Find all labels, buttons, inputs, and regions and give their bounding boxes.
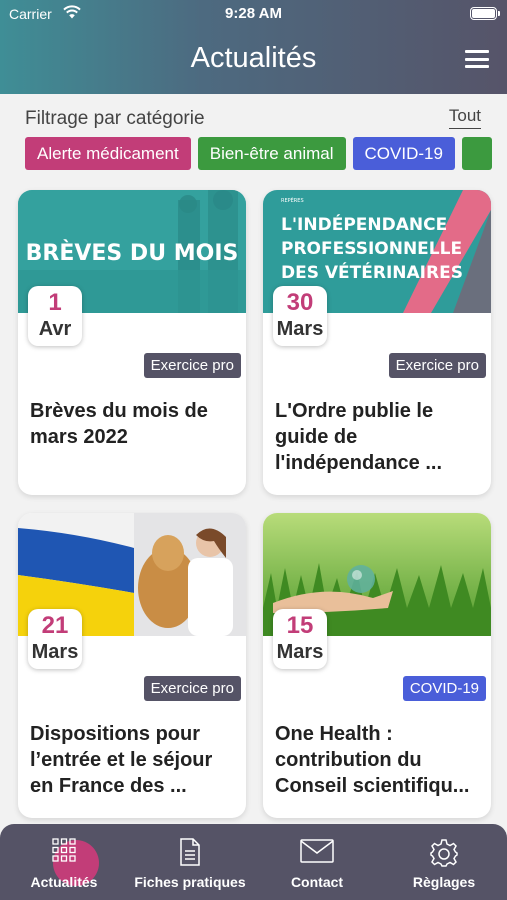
chip-alerte-medicament[interactable]: Alerte médicament — [25, 137, 191, 170]
chip-partial[interactable] — [461, 137, 492, 170]
tab-label: Fiches pratiques — [134, 874, 246, 890]
chip-bien-etre-animal[interactable]: Bien-être animal — [197, 137, 346, 170]
tab-label: Contact — [290, 874, 344, 890]
date-month: Mars — [276, 641, 324, 663]
image-caption-2: L'INDÉPENDANCE — [281, 213, 447, 235]
hamburger-menu-icon[interactable] — [465, 50, 489, 68]
article-title: Dispositions pour l’entrée et le séjour … — [30, 723, 213, 797]
category-tag: Exercice pro — [388, 353, 486, 378]
tab-contact[interactable]: Contact — [254, 824, 380, 900]
filter-all-link[interactable]: Tout — [448, 106, 481, 129]
grid-icon — [52, 838, 76, 867]
chip-covid-19[interactable]: COVID-19 — [352, 137, 455, 170]
date-day: 1 — [48, 289, 62, 316]
date-day: 21 — [41, 612, 69, 639]
image-caption-3: PROFESSIONNELLE — [281, 239, 462, 259]
tab-actualites[interactable]: Actualités — [1, 824, 127, 900]
image-caption-4: DES VÉTÉRINAIRES — [281, 261, 463, 283]
category-tag: COVID-19 — [402, 676, 486, 701]
article-card[interactable]: BRÈVES DU MOIS 1 Avr Exercice pro Brèves… — [18, 190, 246, 495]
category-chips: Alerte médicament Bien-être animal COVID-1… — [25, 137, 507, 171]
category-tag: Exercice pro — [143, 353, 241, 378]
image-caption-1: REPÈRES — [281, 196, 304, 204]
tab-label: Actualités — [30, 874, 98, 890]
category-tag: Exercice pro — [143, 676, 241, 701]
date-day: 15 — [286, 612, 314, 639]
article-card[interactable]: REPÈRES L'INDÉPENDANCE PROFESSIONNELLE D… — [263, 190, 491, 495]
clock: 9:28 AM — [225, 5, 282, 22]
article-title: Brèves du mois de mars 2022 — [30, 400, 208, 448]
article-card[interactable]: 15 Mars COVID-19 One Health : contributi… — [263, 513, 491, 818]
article-card[interactable]: 21 Mars Exercice pro Dispositions pour l… — [18, 513, 246, 818]
app-header: Carrier 9:28 AM Actualités — [0, 0, 507, 94]
date-badge: 15 Mars — [273, 609, 327, 669]
document-icon — [179, 838, 201, 871]
date-month: Mars — [31, 641, 79, 663]
tab-label: Règlages — [412, 874, 476, 890]
status-bar: Carrier 9:28 AM — [0, 0, 507, 28]
article-title: One Health : contribution du Conseil sci… — [275, 723, 470, 797]
envelope-icon — [300, 838, 334, 869]
tab-reglages[interactable]: Règlages — [381, 824, 507, 900]
date-day: 30 — [286, 289, 314, 316]
page-title: Actualités — [190, 42, 317, 74]
filter-label: Filtrage par catégorie — [25, 108, 205, 129]
date-month: Mars — [276, 318, 324, 340]
date-badge: 21 Mars — [28, 609, 82, 669]
tab-fiches-pratiques[interactable]: Fiches pratiques — [127, 824, 253, 900]
gear-icon — [429, 838, 459, 873]
date-badge: 1 Avr — [28, 286, 82, 346]
date-badge: 30 Mars — [273, 286, 327, 346]
article-title: L'Ordre publie le guide de l'indépendanc… — [275, 400, 443, 474]
battery-icon — [470, 7, 500, 20]
image-caption: BRÈVES DU MOIS — [26, 240, 239, 266]
date-month: Avr — [38, 318, 72, 340]
bottom-tab-bar: Actualités Fiches pratiques Contact Règl… — [0, 824, 507, 900]
